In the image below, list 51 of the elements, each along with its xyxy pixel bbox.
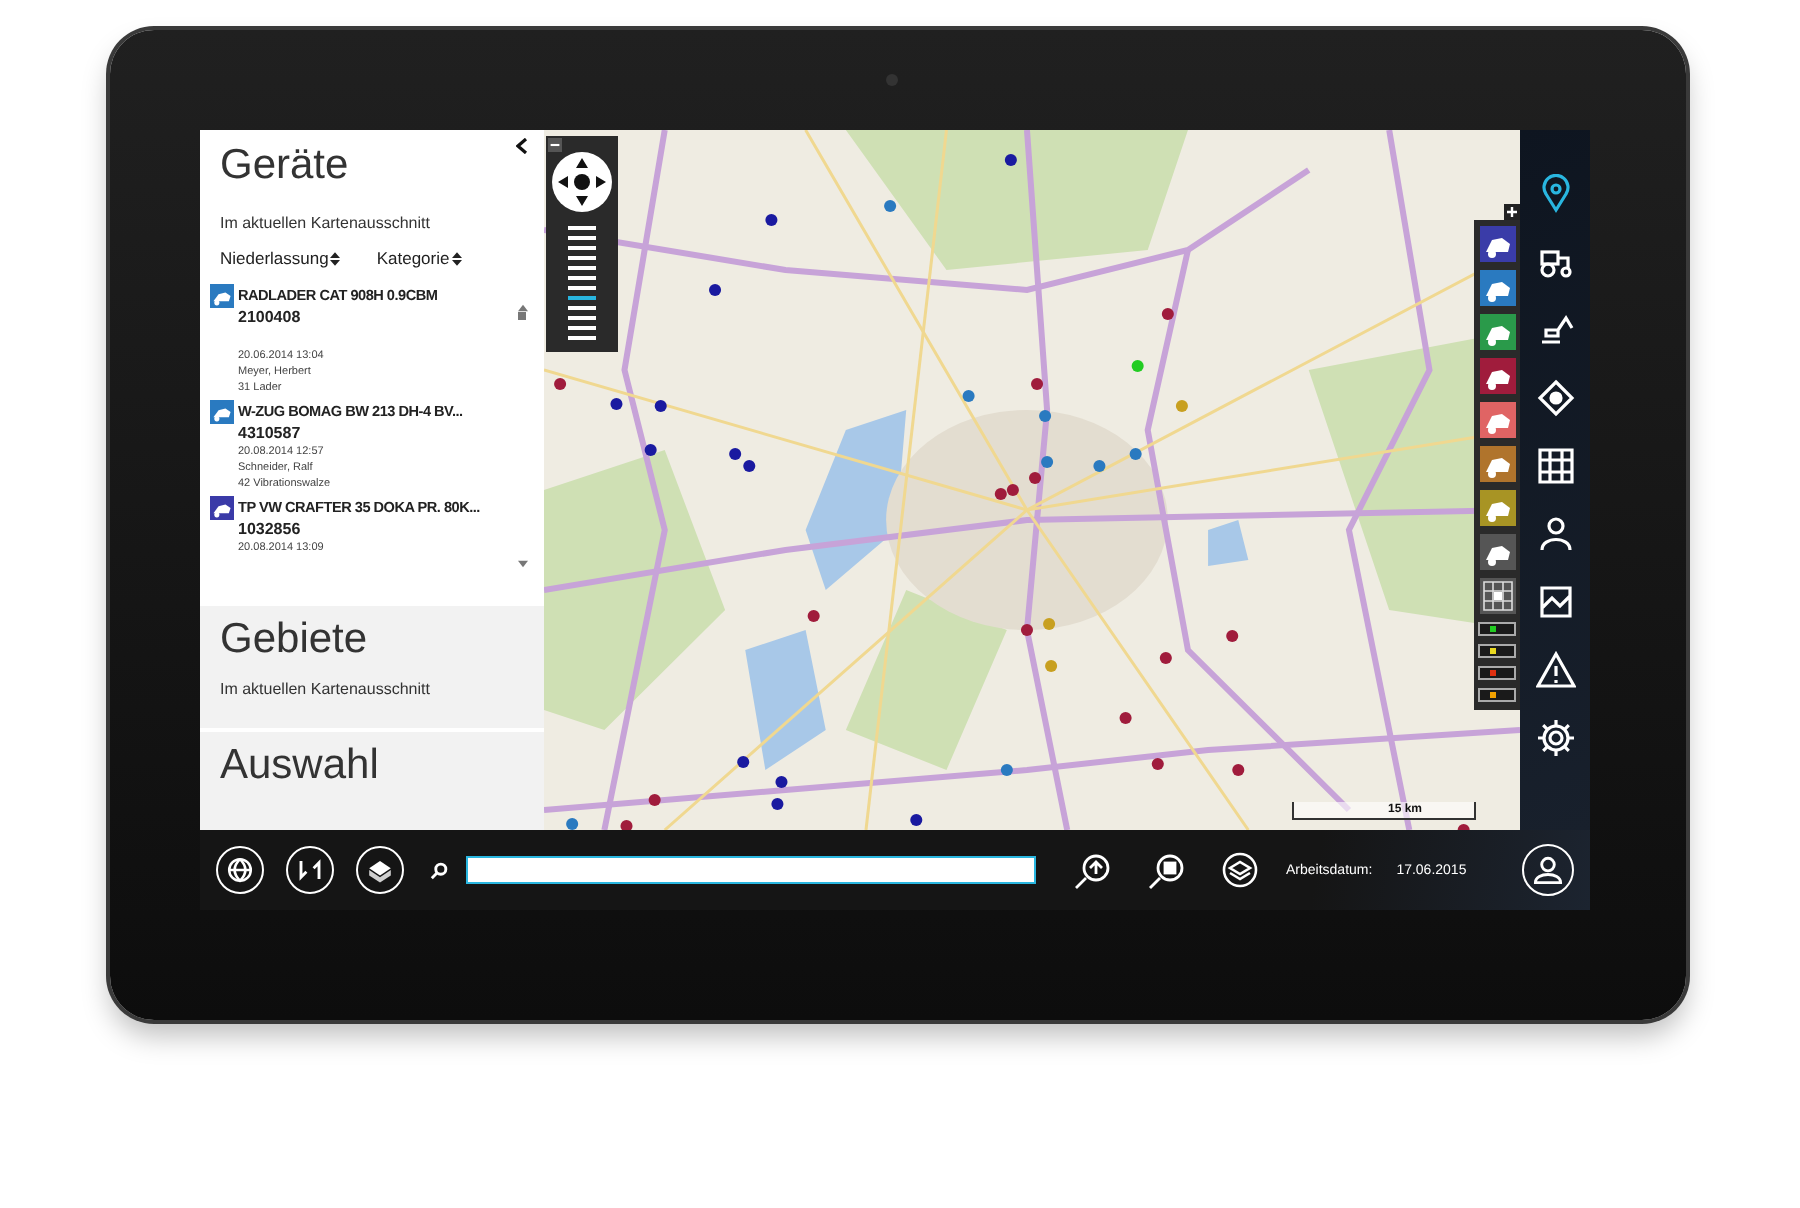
- status-filter[interactable]: [1478, 688, 1516, 702]
- layer-vehicle-icon[interactable]: [1479, 446, 1515, 482]
- swap-button[interactable]: [286, 846, 334, 894]
- layer-vehicle-icon[interactable]: [1479, 314, 1515, 350]
- map-drawing[interactable]: [544, 130, 1520, 830]
- layer-vehicle-icon[interactable]: [1479, 402, 1515, 438]
- minus-icon[interactable]: [548, 138, 562, 152]
- search-icon: [430, 861, 448, 879]
- scroll-up-icon[interactable]: [517, 304, 527, 312]
- search-field[interactable]: [466, 856, 1036, 884]
- layer-vehicle-icon[interactable]: [1479, 534, 1515, 570]
- sort-icon: [330, 251, 341, 265]
- zoom-stop-button[interactable]: [1144, 850, 1188, 890]
- user-icon: [1530, 852, 1566, 888]
- globe-button[interactable]: [216, 846, 264, 894]
- gear-icon[interactable]: [1533, 718, 1577, 762]
- zoom-in-icon: [1070, 850, 1114, 890]
- box-button[interactable]: [356, 846, 404, 894]
- sort-button[interactable]: Kategorie: [376, 248, 462, 268]
- zoom-stop-icon: [1144, 850, 1188, 890]
- panel-subtitle: Im aktuellen Kartenausschnitt: [220, 214, 432, 232]
- panel-title: Gebiete: [220, 614, 370, 666]
- grid-icon[interactable]: [1533, 446, 1577, 490]
- globe-icon: [222, 852, 258, 888]
- layer-vehicle-icon[interactable]: [1479, 490, 1515, 526]
- sort-icon: [451, 251, 462, 265]
- layer-vehicle-icon[interactable]: [1479, 226, 1515, 262]
- device-number: 2100408: [238, 306, 303, 328]
- stack-icon: [1218, 850, 1262, 890]
- panel-title: Geräte: [220, 140, 349, 192]
- warning-icon[interactable]: [1533, 650, 1577, 694]
- panel-title: Auswahl: [220, 740, 381, 792]
- collapse-icon[interactable]: [516, 138, 528, 154]
- panel-subtitle: Im aktuellen Kartenausschnitt: [220, 680, 432, 698]
- layer-grid-icon[interactable]: [1479, 578, 1515, 614]
- status-filter[interactable]: [1478, 644, 1516, 658]
- device-number: 1032856: [238, 518, 303, 540]
- sort-button[interactable]: Niederlassung: [220, 248, 341, 268]
- scroll-down-icon[interactable]: [517, 560, 527, 568]
- target-icon[interactable]: [1533, 378, 1577, 422]
- zoom-slider[interactable]: [568, 226, 596, 340]
- pan-control-icon[interactable]: [552, 152, 612, 212]
- zoom-to-area-button[interactable]: [1070, 850, 1114, 890]
- user-avatar-button[interactable]: [1522, 844, 1574, 896]
- plus-icon[interactable]: [1504, 204, 1520, 220]
- device-number: 4310587: [238, 422, 303, 444]
- layer-vehicle-icon[interactable]: [1479, 270, 1515, 306]
- status-filter[interactable]: [1478, 666, 1516, 680]
- status-filter[interactable]: [1478, 622, 1516, 636]
- layers-button[interactable]: [1218, 850, 1262, 890]
- layer-vehicle-icon[interactable]: [1479, 358, 1515, 394]
